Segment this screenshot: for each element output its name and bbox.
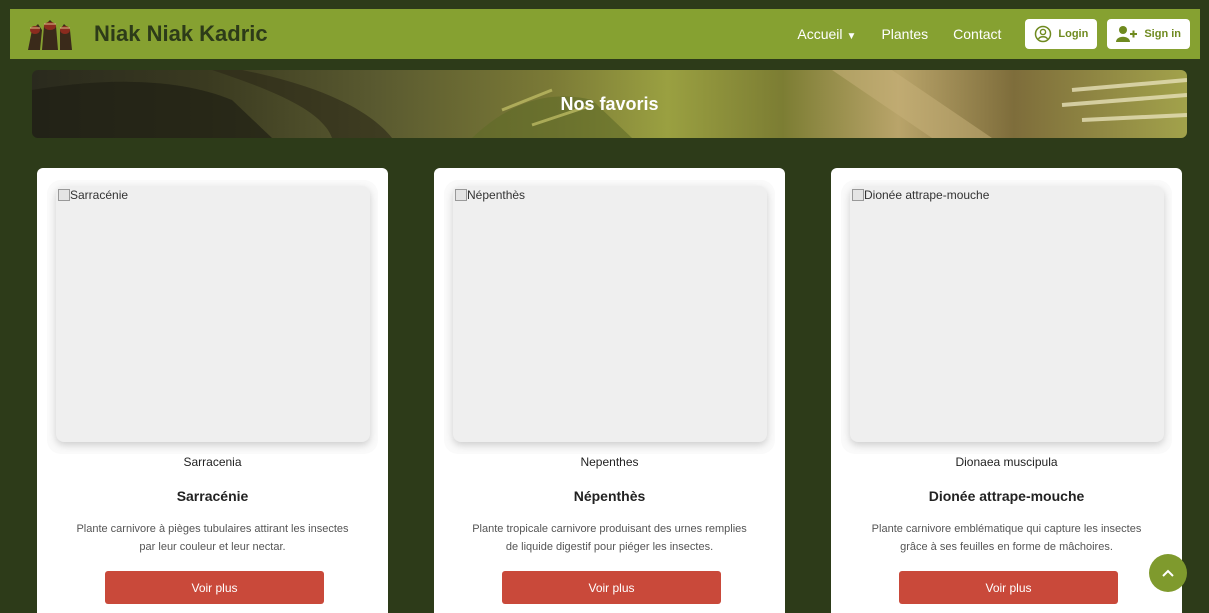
nav-item-label: Accueil bbox=[797, 26, 843, 42]
plant-latin-name: Nepenthes bbox=[580, 455, 639, 469]
navbar-bar: Niak Niak Kadric Accueil ▼ Plantes Contac… bbox=[10, 9, 1200, 59]
navbar: Niak Niak Kadric Accueil ▼ Plantes Contac… bbox=[0, 0, 1209, 64]
broken-image-icon bbox=[455, 189, 467, 201]
broken-image-icon bbox=[58, 189, 70, 201]
plant-card: Sarracénie Sarracenia Sarracénie Plante … bbox=[37, 168, 388, 613]
plant-description: Plante carnivore à pièges tubulaires att… bbox=[57, 520, 368, 556]
nav-item-plantes[interactable]: Plantes bbox=[881, 26, 928, 42]
plant-latin-name: Dionaea muscipula bbox=[955, 455, 1058, 469]
voir-plus-button[interactable]: Voir plus bbox=[502, 571, 721, 604]
plant-card: Dionée attrape-mouche Dionaea muscipula … bbox=[831, 168, 1182, 613]
signin-label: Sign in bbox=[1144, 28, 1181, 40]
plant-description: Plante carnivore emblématique qui captur… bbox=[851, 520, 1162, 556]
description-line: par leur couleur et leur nectar. bbox=[139, 541, 286, 553]
plant-image: Népenthès bbox=[453, 186, 767, 442]
plant-image: Dionée attrape-mouche bbox=[850, 186, 1164, 442]
caret-down-icon: ▼ bbox=[846, 31, 857, 42]
user-circle-icon bbox=[1035, 25, 1052, 43]
plant-name: Népenthès bbox=[573, 488, 646, 504]
chevron-up-icon bbox=[1162, 569, 1174, 577]
logo-icon[interactable] bbox=[24, 16, 76, 52]
description-line: Plante carnivore emblématique qui captur… bbox=[871, 523, 1142, 535]
hero-banner: Nos favoris bbox=[32, 70, 1187, 138]
plant-description: Plante tropicale carnivore produisant de… bbox=[454, 520, 765, 556]
broken-image-icon bbox=[852, 189, 864, 201]
voir-plus-button[interactable]: Voir plus bbox=[899, 571, 1118, 604]
plant-image: Sarracénie bbox=[56, 186, 370, 442]
image-alt-text: Sarracénie bbox=[70, 188, 129, 202]
hero-title: Nos favoris bbox=[560, 93, 659, 114]
plant-latin-name: Sarracenia bbox=[183, 455, 242, 469]
card-image-frame: Sarracénie bbox=[47, 180, 378, 454]
nav-item-accueil[interactable]: Accueil ▼ bbox=[797, 26, 856, 42]
voir-plus-button[interactable]: Voir plus bbox=[105, 571, 324, 604]
description-line: grâce à ses feuilles en forme de mâchoir… bbox=[900, 541, 1113, 553]
login-button[interactable]: Login bbox=[1025, 19, 1098, 49]
login-label: Login bbox=[1058, 28, 1089, 40]
plant-name: Dionée attrape-mouche bbox=[928, 488, 1085, 504]
user-plus-icon bbox=[1116, 26, 1138, 42]
image-alt-text: Dionée attrape-mouche bbox=[864, 188, 990, 202]
description-line: de liquide digestif pour piéger les inse… bbox=[505, 541, 714, 553]
plant-card: Népenthès Nepenthes Népenthès Plante tro… bbox=[434, 168, 785, 613]
description-line: Plante carnivore à pièges tubulaires att… bbox=[76, 523, 349, 535]
scroll-to-top-button[interactable] bbox=[1149, 554, 1187, 592]
description-line: Plante tropicale carnivore produisant de… bbox=[472, 523, 747, 535]
signin-button[interactable]: Sign in bbox=[1107, 19, 1190, 49]
card-image-frame: Népenthès bbox=[444, 180, 775, 454]
brand-title[interactable]: Niak Niak Kadric bbox=[94, 21, 268, 47]
card-image-frame: Dionée attrape-mouche bbox=[841, 180, 1172, 454]
nav-item-contact[interactable]: Contact bbox=[953, 26, 1001, 42]
auth-buttons: Login Sign in bbox=[1025, 19, 1190, 49]
plant-name: Sarracénie bbox=[176, 488, 249, 504]
main-nav: Accueil ▼ Plantes Contact bbox=[797, 26, 1001, 42]
image-alt-text: Népenthès bbox=[467, 188, 526, 202]
